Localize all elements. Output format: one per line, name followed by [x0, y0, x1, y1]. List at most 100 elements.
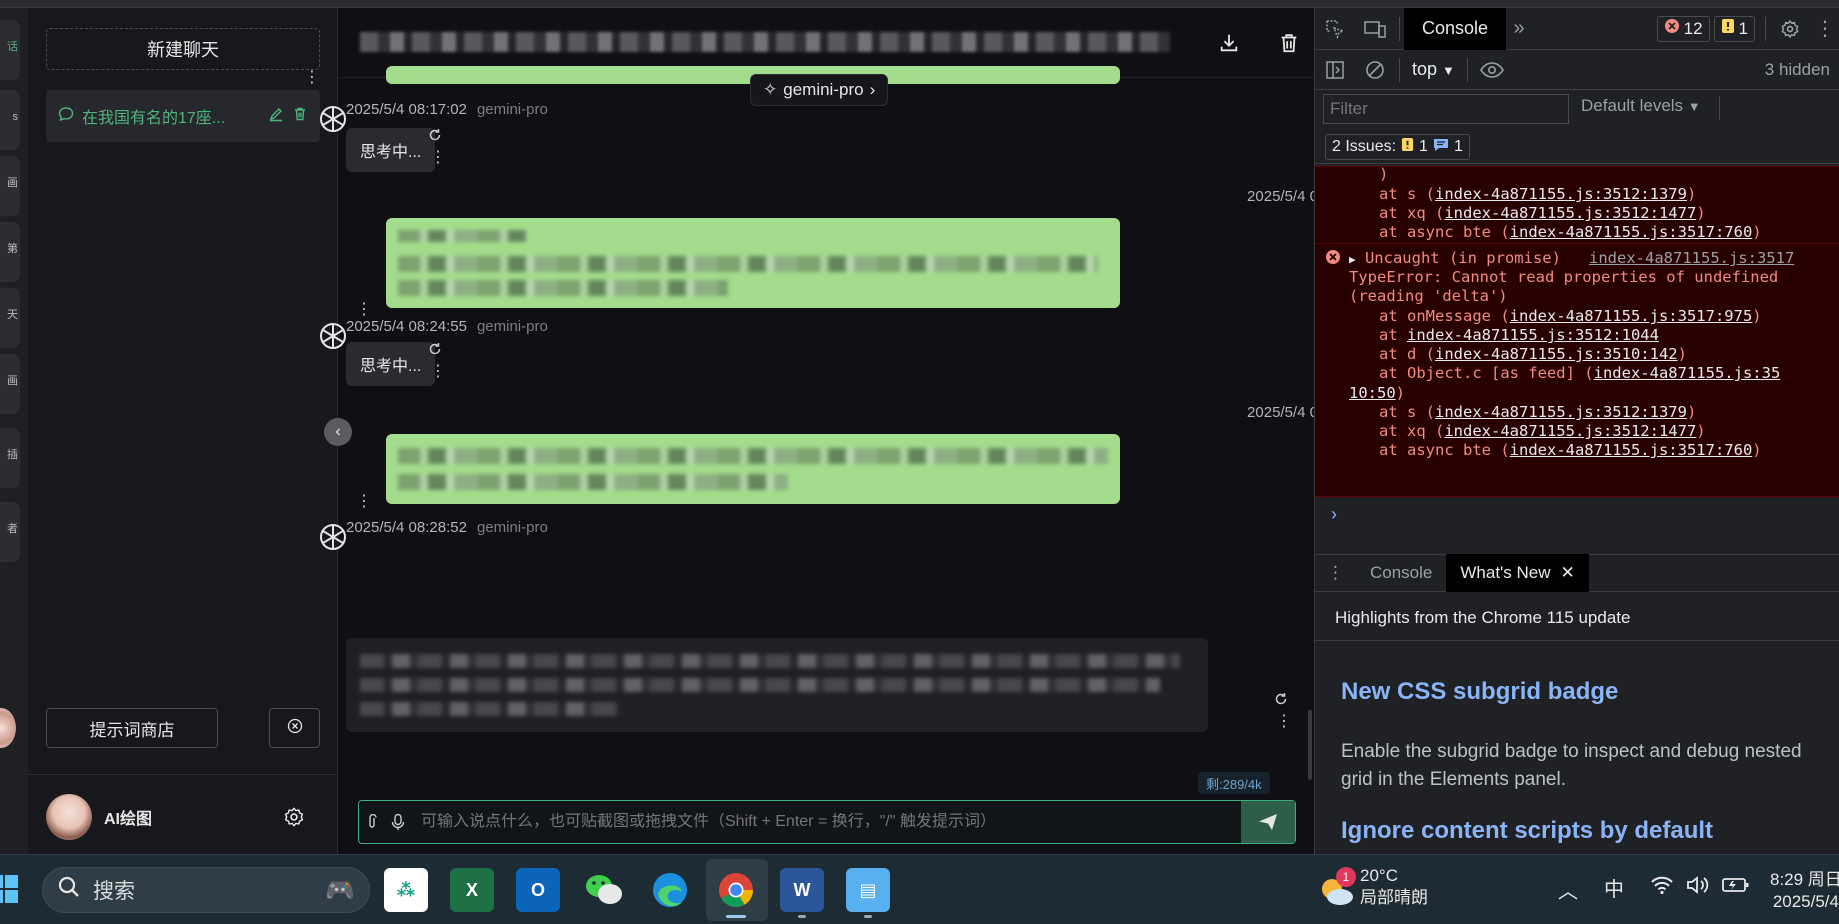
- message-input[interactable]: [411, 813, 1241, 831]
- console-prompt[interactable]: ›: [1331, 504, 1337, 525]
- device-toggle-icon[interactable]: [1355, 19, 1395, 39]
- source-link[interactable]: index-4a871155.js:3510:142: [1435, 345, 1678, 363]
- context-select[interactable]: top ▼: [1404, 59, 1463, 80]
- inspect-element-icon[interactable]: [1315, 19, 1355, 39]
- log-levels-select[interactable]: Default levels ▼: [1581, 96, 1701, 116]
- source-link[interactable]: index-4a871155.js:3517:760: [1510, 441, 1753, 459]
- collapse-sidebar-button[interactable]: ‹: [324, 418, 352, 446]
- user-avatar[interactable]: [46, 794, 92, 840]
- rail-item[interactable]: 插: [0, 428, 20, 488]
- error-count-badge[interactable]: 12: [1656, 15, 1710, 42]
- more-icon[interactable]: ⋮: [430, 364, 446, 380]
- new-chat-button[interactable]: 新建聊天: [46, 28, 320, 70]
- rail-item[interactable]: 者: [0, 502, 20, 562]
- gear-icon[interactable]: [1770, 19, 1810, 39]
- source-link[interactable]: index-4a871155.js:35: [1594, 364, 1781, 382]
- download-icon[interactable]: [1218, 32, 1240, 59]
- frame-text: at xq (: [1379, 204, 1445, 222]
- eye-icon[interactable]: [1472, 61, 1512, 78]
- clear-button[interactable]: [269, 708, 320, 748]
- close-icon[interactable]: ✕: [1561, 563, 1575, 583]
- paperclip-icon[interactable]: [359, 814, 385, 830]
- source-link[interactable]: index-4a871155.js:3517:975: [1510, 307, 1753, 325]
- source-link[interactable]: index-4a871155.js:3512:1379: [1435, 403, 1687, 421]
- rail-item[interactable]: 天: [0, 288, 20, 348]
- refresh-icon[interactable]: [428, 342, 442, 361]
- source-link[interactable]: index-4a871155.js:3512:1477: [1444, 422, 1696, 440]
- excel-icon[interactable]: X: [450, 868, 494, 912]
- rail-item[interactable]: s: [0, 90, 20, 150]
- volume-icon[interactable]: [1686, 875, 1710, 900]
- drawer-tab-whats-new[interactable]: What's New ✕: [1446, 554, 1589, 592]
- refresh-icon[interactable]: [428, 128, 442, 147]
- taskbar-search[interactable]: 搜索 🎮: [42, 867, 370, 913]
- chevron-up-icon[interactable]: ︿: [1558, 875, 1578, 904]
- battery-icon[interactable]: [1722, 877, 1750, 898]
- source-link[interactable]: index-4a871155.js:3512:1477: [1444, 204, 1696, 222]
- app-icon-tasks[interactable]: ⁂: [384, 868, 428, 912]
- frame-text: at s (: [1379, 403, 1435, 421]
- news-title[interactable]: Ignore content scripts by default: [1341, 817, 1713, 845]
- issues-button[interactable]: 2 Issues: 1 1: [1325, 134, 1470, 160]
- windows-start-icon[interactable]: [0, 875, 20, 910]
- chat-scrollbar[interactable]: [1308, 710, 1312, 780]
- system-clock[interactable]: 8:29 周日 2025/5/4: [1770, 869, 1839, 913]
- kebab-menu-icon[interactable]: ⋮: [1315, 554, 1356, 592]
- drawer-tab-console[interactable]: Console: [1356, 554, 1446, 592]
- send-button[interactable]: [1241, 801, 1295, 843]
- filter-input[interactable]: [1323, 94, 1569, 124]
- token-counter-text: 剩:289/4k: [1206, 776, 1262, 792]
- rail-avatar[interactable]: [0, 708, 16, 748]
- running-indicator: [798, 915, 806, 918]
- source-link[interactable]: index-4a871155.js:3512:1044: [1407, 326, 1659, 344]
- source-link[interactable]: 10:50: [1349, 384, 1396, 402]
- outlook-icon[interactable]: O: [516, 868, 560, 912]
- more-icon[interactable]: ⋮: [356, 302, 372, 318]
- session-item[interactable]: 在我国有名的17座...: [46, 90, 320, 142]
- more-icon[interactable]: ⋮: [1276, 714, 1292, 730]
- source-link[interactable]: index-4a871155.js:3517:760: [1510, 223, 1753, 241]
- rail-item[interactable]: 话: [0, 20, 20, 80]
- more-icon[interactable]: ⋮: [304, 70, 320, 86]
- error-header[interactable]: ▶ Uncaught (in promise): [1349, 249, 1561, 267]
- word-icon[interactable]: W: [780, 868, 824, 912]
- frame-text: at Object.c [as feed] (: [1379, 364, 1594, 382]
- gear-icon[interactable]: [283, 806, 305, 833]
- trash-icon[interactable]: [1278, 32, 1300, 59]
- source-link[interactable]: index-4a871155.js:3512:1379: [1435, 185, 1687, 203]
- more-icon[interactable]: ⋮: [430, 150, 446, 166]
- edit-icon[interactable]: [268, 106, 284, 127]
- rail-item[interactable]: 画: [0, 156, 20, 216]
- edge-icon[interactable]: [648, 868, 692, 912]
- news-title[interactable]: New CSS subgrid badge: [1341, 678, 1618, 706]
- expand-triangle-icon[interactable]: ▶: [1349, 253, 1356, 266]
- user-name: AI绘图: [104, 811, 153, 828]
- wifi-icon[interactable]: [1650, 875, 1674, 900]
- clear-console-icon[interactable]: [1355, 60, 1395, 80]
- browser-top-edge: [0, 0, 1839, 8]
- warning-count-badge[interactable]: 1: [1713, 15, 1755, 42]
- weather-widget[interactable]: 1 20°C 局部晴朗: [1318, 865, 1428, 909]
- bot-avatar-icon: [320, 106, 346, 132]
- chrome-icon[interactable]: [714, 868, 758, 912]
- trash-icon[interactable]: [292, 106, 308, 127]
- kebab-menu-icon[interactable]: ⋮: [1810, 16, 1839, 41]
- prompt-store-button[interactable]: 提示词商店: [46, 708, 218, 748]
- wechat-icon[interactable]: [582, 868, 626, 912]
- log-levels-value: Default levels: [1581, 96, 1684, 115]
- issues-bar: 2 Issues: 1 1: [1315, 130, 1839, 164]
- rail-item[interactable]: 第: [0, 222, 20, 282]
- refresh-icon[interactable]: [1274, 692, 1288, 711]
- model-badge[interactable]: ✧ gemini-pro ›: [750, 74, 889, 106]
- user-profile[interactable]: AI绘图: [46, 794, 152, 840]
- rail-item[interactable]: 画: [0, 354, 20, 414]
- error-source[interactable]: index-4a871155.js:3517: [1589, 249, 1794, 267]
- more-tabs-icon[interactable]: »: [1506, 17, 1532, 40]
- tab-console[interactable]: Console: [1404, 7, 1507, 50]
- more-icon[interactable]: ⋮: [356, 494, 372, 510]
- ime-indicator[interactable]: 中: [1604, 873, 1624, 902]
- source-link[interactable]: index-4a871155.js:3517: [1589, 249, 1794, 267]
- sidebar-toggle-icon[interactable]: [1315, 60, 1355, 80]
- file-manager-icon[interactable]: ▤: [846, 868, 890, 912]
- microphone-icon[interactable]: [385, 813, 411, 831]
